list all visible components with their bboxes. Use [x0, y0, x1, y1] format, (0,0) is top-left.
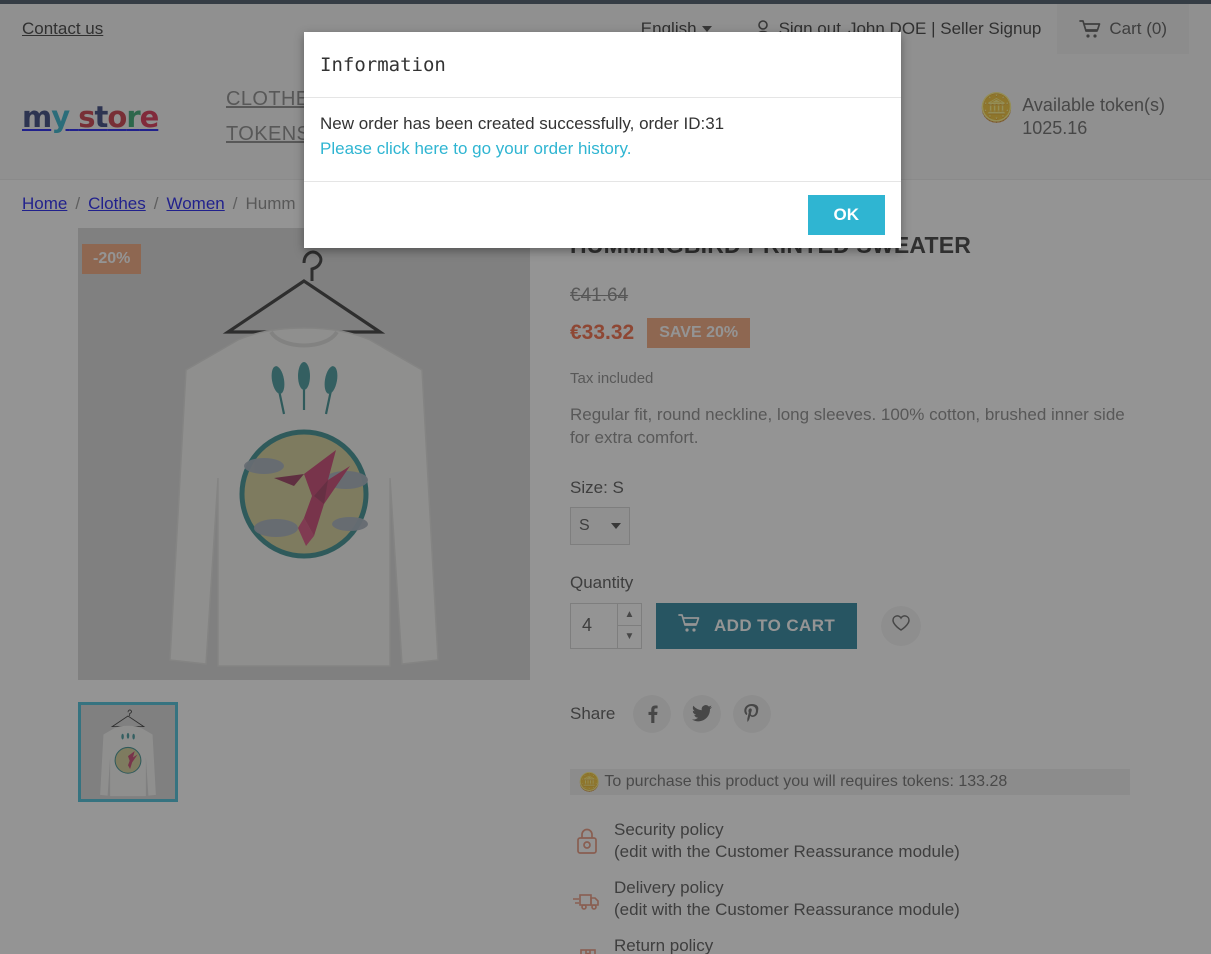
information-modal: Information New order has been created s…: [304, 32, 901, 249]
page-root: Contact us English Sign out John DOE | S…: [0, 0, 1211, 954]
modal-header: Information: [304, 32, 901, 98]
modal-ok-button[interactable]: OK: [807, 195, 885, 236]
order-history-link[interactable]: Please click here to go your order histo…: [320, 137, 885, 162]
modal-body: New order has been created successfully,…: [304, 98, 901, 183]
modal-title: Information: [320, 53, 446, 76]
modal-footer: OK: [304, 182, 901, 248]
modal-message: New order has been created successfully,…: [320, 114, 725, 133]
